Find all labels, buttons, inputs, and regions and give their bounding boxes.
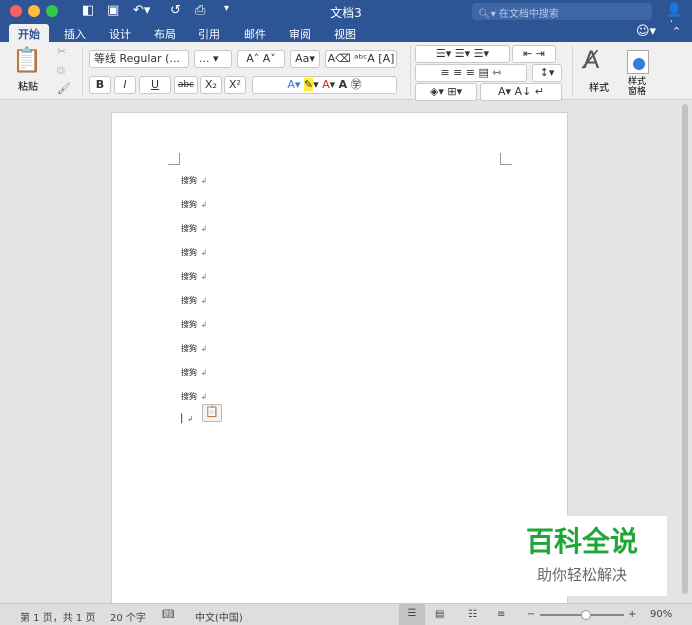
line-text: 搜狗 [181, 224, 197, 233]
shading-border-buttons[interactable]: ◈▾ ⊞▾ [415, 83, 477, 101]
font-grow-shrink[interactable]: A˄ A˅ [237, 50, 285, 68]
tab-design[interactable]: 设计 [100, 24, 140, 44]
tab-layout[interactable]: 布局 [145, 24, 185, 44]
tab-home[interactable]: 开始 [9, 24, 49, 42]
web-layout-view-button[interactable]: ▤ [435, 609, 444, 620]
ribbon: 📋 粘贴 ✂ ⧉ 🖌 等线 Regular (... ... ▾ A˄ A˅ A… [0, 42, 692, 101]
superscript-button[interactable]: X² [224, 76, 246, 94]
line-text: 搜狗 [181, 368, 197, 377]
title-bar: ◧ ▣ ↶▾ ↺ ⎙ ▾ 文档3 🔍︎▾ 在文档中搜索 👤+ [0, 0, 692, 33]
line-text: 搜狗 [181, 248, 197, 257]
line-spacing-button[interactable]: ↕▾ [532, 64, 562, 82]
italic-button[interactable]: I [114, 76, 136, 94]
styles-icon[interactable]: A̸ [583, 46, 599, 74]
watermark: 百科全说 助你轻松解决 [497, 516, 667, 596]
paste-label: 粘贴 [18, 82, 38, 93]
strikethrough-button[interactable]: abc [174, 76, 198, 94]
crop-mark [500, 153, 512, 165]
paragraph-mark: ↲ [201, 393, 207, 401]
zoom-out-button[interactable]: − [527, 609, 535, 620]
styles-pane-label: 样式 窗格 [628, 77, 647, 97]
bold-button[interactable]: B [89, 76, 111, 94]
document-line: 搜狗 ↲ [181, 223, 207, 234]
styles-label: 样式 [589, 83, 609, 94]
ribbon-tabs: 开始 插入 设计 布局 引用 邮件 审阅 视图 ☺▾ ⌃ [0, 22, 692, 42]
subscript-button[interactable]: X₂ [200, 76, 222, 94]
paragraph-mark: ↲ [201, 201, 207, 209]
line-text: 搜狗 [181, 200, 197, 209]
paragraph-mark: ↲ [201, 177, 207, 185]
crop-mark [168, 153, 180, 165]
tab-view[interactable]: 视图 [325, 24, 365, 44]
font-name-select[interactable]: 等线 Regular (... [89, 50, 189, 68]
underline-button[interactable]: U [139, 76, 171, 94]
paragraph-mark: ↲ [201, 225, 207, 233]
watermark-subtitle: 助你轻松解决 [536, 566, 627, 584]
document-line: 搜狗 ↲ [181, 319, 207, 330]
proofing-icon[interactable]: 📖︎ [162, 609, 175, 620]
document-line: 搜狗 ↲ [181, 391, 207, 402]
paragraph-mark: ↲ [201, 297, 207, 305]
line-text: 搜狗 [181, 344, 197, 353]
draft-view-button[interactable]: ≡ [497, 609, 505, 620]
page-count[interactable]: 第 1 页，共 1 页 [20, 609, 95, 624]
line-text: 搜狗 [181, 392, 197, 401]
line-text: 搜狗 [181, 296, 197, 305]
tab-review[interactable]: 审阅 [280, 24, 320, 44]
tab-insert[interactable]: 插入 [55, 24, 95, 44]
language[interactable]: 中文(中国) [195, 609, 243, 624]
document-line: 搜狗 ↲ [181, 367, 207, 378]
print-layout-view-button[interactable]: ☰ [399, 604, 425, 625]
search-icon: 🔍︎▾ [478, 9, 499, 20]
tab-mailings[interactable]: 邮件 [235, 24, 275, 44]
word-count[interactable]: 20 个字 [110, 609, 146, 624]
text-cursor-line: | ↲ [180, 413, 194, 424]
paragraph-mark: ↲ [201, 273, 207, 281]
line-text: 搜狗 [181, 272, 197, 281]
zoom-level[interactable]: 90% [650, 609, 672, 620]
indent-buttons[interactable]: ⇤ ⇥ [512, 45, 556, 63]
copy-icon[interactable]: ⧉ [57, 64, 65, 78]
vertical-scrollbar[interactable] [682, 104, 688, 594]
document-line: 搜狗 ↲ [181, 247, 207, 258]
text-effects-highlight-color[interactable]: A▾ ✎▾ A▾ A ㊫ [252, 76, 397, 94]
paragraph-mark: ↲ [201, 321, 207, 329]
alignment-buttons[interactable]: ≡ ≡ ≡ ▤ ⇿ [415, 64, 527, 82]
feedback-icon[interactable]: ☺▾ [636, 24, 656, 39]
watermark-title: 百科全说 [525, 525, 638, 558]
document-line: 搜狗 ↲ [181, 343, 207, 354]
search-placeholder: 在文档中搜索 [498, 9, 559, 20]
paste-icon[interactable]: 📋 [12, 46, 42, 74]
paragraph-mark: ↲ [201, 345, 207, 353]
line-text: 搜狗 [181, 320, 197, 329]
sort-pilcrow-buttons[interactable]: A▾ A↓ ↵ [480, 83, 562, 101]
document-line: 搜狗 ↲ [181, 271, 207, 282]
collapse-ribbon-icon[interactable]: ⌃ [672, 25, 681, 38]
paragraph-mark: ↲ [201, 249, 207, 257]
document-line: 搜狗 ↲ [181, 199, 207, 210]
zoom-slider-knob[interactable] [581, 610, 592, 620]
change-case-button[interactable]: Aa▾ [290, 50, 320, 68]
zoom-in-button[interactable]: + [628, 609, 636, 620]
styles-pane-icon[interactable] [627, 50, 649, 74]
zoom-slider[interactable] [540, 610, 624, 620]
search-input[interactable]: 🔍︎▾ 在文档中搜索 [472, 3, 652, 20]
line-text: 搜狗 [181, 176, 197, 185]
paragraph-mark: ↲ [201, 369, 207, 377]
clear-format-button[interactable]: A⌫ ᵃᵇᶜA [A] [325, 50, 397, 68]
format-painter-icon[interactable]: 🖌 [57, 82, 71, 95]
document-line: 搜狗 ↲ [181, 295, 207, 306]
outline-view-button[interactable]: ☷ [468, 609, 477, 620]
status-bar: 第 1 页，共 1 页 20 个字 📖︎ 中文(中国) ☰ ▤ ☷ ≡ − + … [0, 603, 692, 625]
font-size-select[interactable]: ... ▾ [194, 50, 232, 68]
document-line: 搜狗 ↲ [181, 175, 207, 186]
list-buttons[interactable]: ☰▾ ☰▾ ☰▾ [415, 45, 510, 63]
paste-options-button[interactable]: 📋 [202, 404, 222, 422]
cut-icon[interactable]: ✂ [57, 45, 66, 58]
tab-references[interactable]: 引用 [189, 24, 229, 44]
